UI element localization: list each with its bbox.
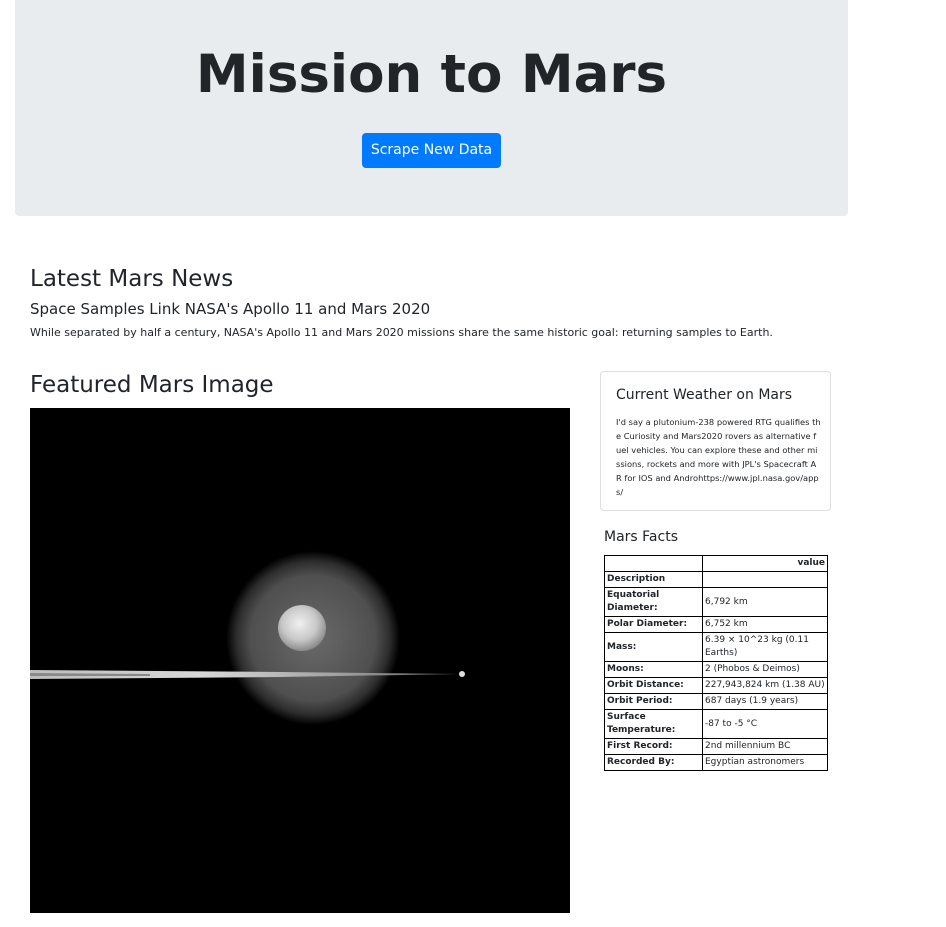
table-row: Orbit Period: 687 days (1.9 years) (604, 693, 828, 710)
facts-header-value: value (702, 555, 828, 572)
fact-value (702, 571, 828, 588)
fact-value: 6,752 km (702, 616, 828, 633)
page-title: Mission to Mars (195, 44, 668, 105)
fact-label: First Record: (604, 738, 703, 755)
mars-facts-heading: Mars Facts (604, 529, 678, 545)
news-paragraph: While separated by half a century, NASA'… (30, 326, 773, 339)
small-moon (459, 671, 465, 677)
table-row: Orbit Distance: 227,943,824 km (1.38 AU) (604, 677, 828, 694)
dione-moon (278, 605, 326, 651)
weather-card: Current Weather on Mars I'd say a pluton… (600, 371, 831, 511)
latest-news-heading: Latest Mars News (30, 266, 234, 292)
fact-value: 2 (Phobos & Deimos) (702, 661, 828, 678)
weather-text: I'd say a plutonium-238 powered RTG qual… (616, 417, 821, 497)
fact-label: Orbit Period: (604, 693, 703, 710)
scrape-new-data-button[interactable]: Scrape New Data (362, 133, 501, 168)
featured-image-heading: Featured Mars Image (30, 372, 274, 398)
fact-value: Egyptian astronomers (702, 754, 828, 771)
facts-header-empty (604, 555, 703, 572)
featured-mars-image (30, 408, 570, 913)
fact-value: -87 to -5 °C (702, 709, 828, 739)
news-title: Space Samples Link NASA's Apollo 11 and … (30, 300, 431, 318)
fact-label: Orbit Distance: (604, 677, 703, 694)
fact-label: Moons: (604, 661, 703, 678)
fact-value: 687 days (1.9 years) (702, 693, 828, 710)
header-jumbotron: Mission to Mars Scrape New Data (15, 0, 848, 216)
fact-value: 6,792 km (702, 587, 828, 617)
mars-facts-table: value Description Equatorial Diameter: 6,… (604, 555, 828, 771)
table-row: Moons: 2 (Phobos & Deimos) (604, 661, 828, 678)
fact-value: 2nd millennium BC (702, 738, 828, 755)
table-row: First Record: 2nd millennium BC (604, 738, 828, 755)
table-row: Description (604, 571, 828, 588)
table-row: Equatorial Diameter: 6,792 km (604, 587, 828, 617)
fact-label: Equatorial Diameter: (604, 587, 703, 617)
fact-label: Recorded By: (604, 754, 703, 771)
table-row: Recorded By: Egyptian astronomers (604, 754, 828, 771)
fact-value: 6.39 × 10^23 kg (0.11 Earths) (702, 632, 828, 662)
table-row: Polar Diameter: 6,752 km (604, 616, 828, 633)
fact-label: Polar Diameter: (604, 616, 703, 633)
table-row: Mass: 6.39 × 10^23 kg (0.11 Earths) (604, 632, 828, 662)
table-row: Surface Temperature: -87 to -5 °C (604, 709, 828, 739)
fact-label: Mass: (604, 632, 703, 662)
fact-value: 227,943,824 km (1.38 AU) (702, 677, 828, 694)
facts-header-row: value (604, 555, 828, 572)
weather-title: Current Weather on Mars (616, 387, 793, 403)
fact-label: Surface Temperature: (604, 709, 703, 739)
fact-label: Description (604, 571, 703, 588)
